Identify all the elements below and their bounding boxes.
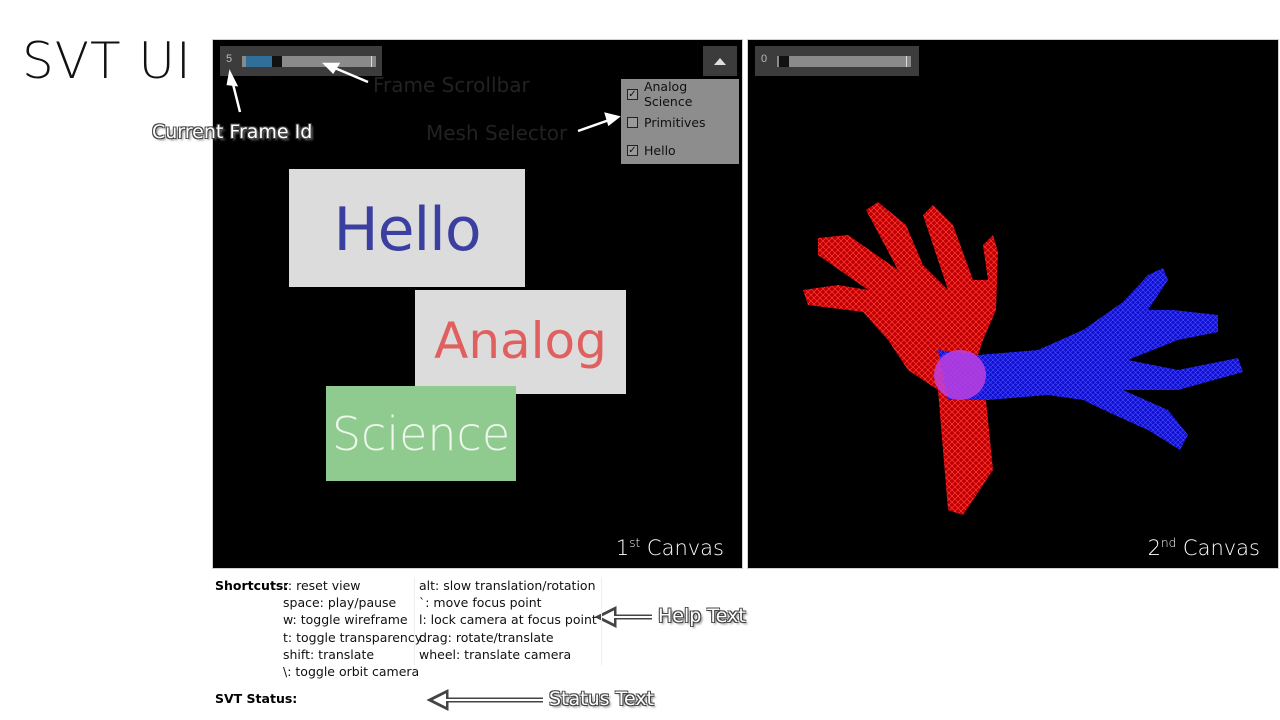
frame-scrollbar-end (371, 56, 372, 67)
annotation-frame-scrollbar: Frame Scrollbar (373, 73, 530, 97)
hand-meshes (803, 202, 1243, 515)
frame-scrollbar-thumb[interactable] (272, 56, 282, 67)
mesh-item-label: Analog Science (643, 79, 693, 109)
mesh-text-hello: Hello (333, 195, 481, 265)
annotation-status-text: Status Text (549, 688, 655, 710)
help-line: w: toggle wireframe (283, 612, 408, 628)
page-title: SVT UI (22, 32, 192, 90)
help-label: Shortcuts: (215, 578, 289, 593)
mesh-card-analog: Analog (415, 290, 626, 394)
checkbox-unchecked-icon[interactable] (627, 116, 638, 128)
mesh-selector-toggle-button[interactable] (703, 46, 737, 76)
help-line: wheel: translate camera (419, 646, 572, 662)
mesh-text-science: Science (331, 407, 511, 461)
checkbox-checked-icon[interactable]: ✓ (627, 144, 638, 156)
mesh-item-primitives[interactable]: Primitives (627, 112, 706, 132)
canvas-1-label: 1st Canvas (615, 536, 724, 560)
help-line: alt: slow translation/rotation (419, 578, 596, 593)
help-line: shift: translate (283, 646, 375, 662)
frame-scrollbar-track[interactable] (242, 56, 376, 67)
canvas-1[interactable]: 5 ✓ Analog Science Primitives ✓ Hello He… (212, 39, 743, 569)
mesh-card-science: Science (326, 386, 516, 481)
help-line: r: reset view (283, 578, 361, 593)
canvas-2[interactable]: 0 2nd Canvas (747, 39, 1279, 569)
help-column-2: alt: slow translation/rotation `: move f… (414, 577, 602, 665)
mesh-item-analog-science[interactable]: ✓ Analog Science (627, 79, 739, 109)
status-label: SVT Status: (215, 691, 298, 706)
overlap-region (934, 350, 986, 400)
help-line: \: toggle orbit camera (283, 664, 420, 680)
current-frame-id: 5 (226, 53, 233, 65)
annotation-mesh-selector: Mesh Selector (426, 121, 568, 145)
mesh-item-hello[interactable]: ✓ Hello (627, 140, 676, 160)
help-line: l: lock camera at focus point (419, 612, 597, 628)
help-line: drag: rotate/translate (419, 629, 554, 645)
annotation-current-frame-id: Current Frame Id (152, 121, 313, 143)
help-line: space: play/pause (283, 595, 397, 611)
mesh-selector: ✓ Analog Science Primitives ✓ Hello (621, 79, 739, 164)
chevron-up-icon (714, 58, 726, 65)
mesh-item-label: Primitives (644, 114, 706, 130)
frame-scrollbar[interactable]: 5 (220, 46, 382, 76)
annotation-help-text: Help Text (658, 605, 746, 627)
mesh-item-label: Hello (644, 142, 676, 158)
mesh-text-analog: Analog (434, 312, 607, 370)
help-line: t: toggle transparency (283, 629, 423, 645)
frame-scrollbar-fill (246, 56, 272, 67)
help-line: `: move focus point (419, 595, 542, 611)
mesh-card-hello: Hello (289, 169, 525, 287)
canvas-2-label: 2nd Canvas (1147, 536, 1260, 560)
checkbox-checked-icon[interactable]: ✓ (627, 88, 638, 100)
help-column-1: r: reset view space: play/pause w: toggl… (283, 577, 422, 680)
